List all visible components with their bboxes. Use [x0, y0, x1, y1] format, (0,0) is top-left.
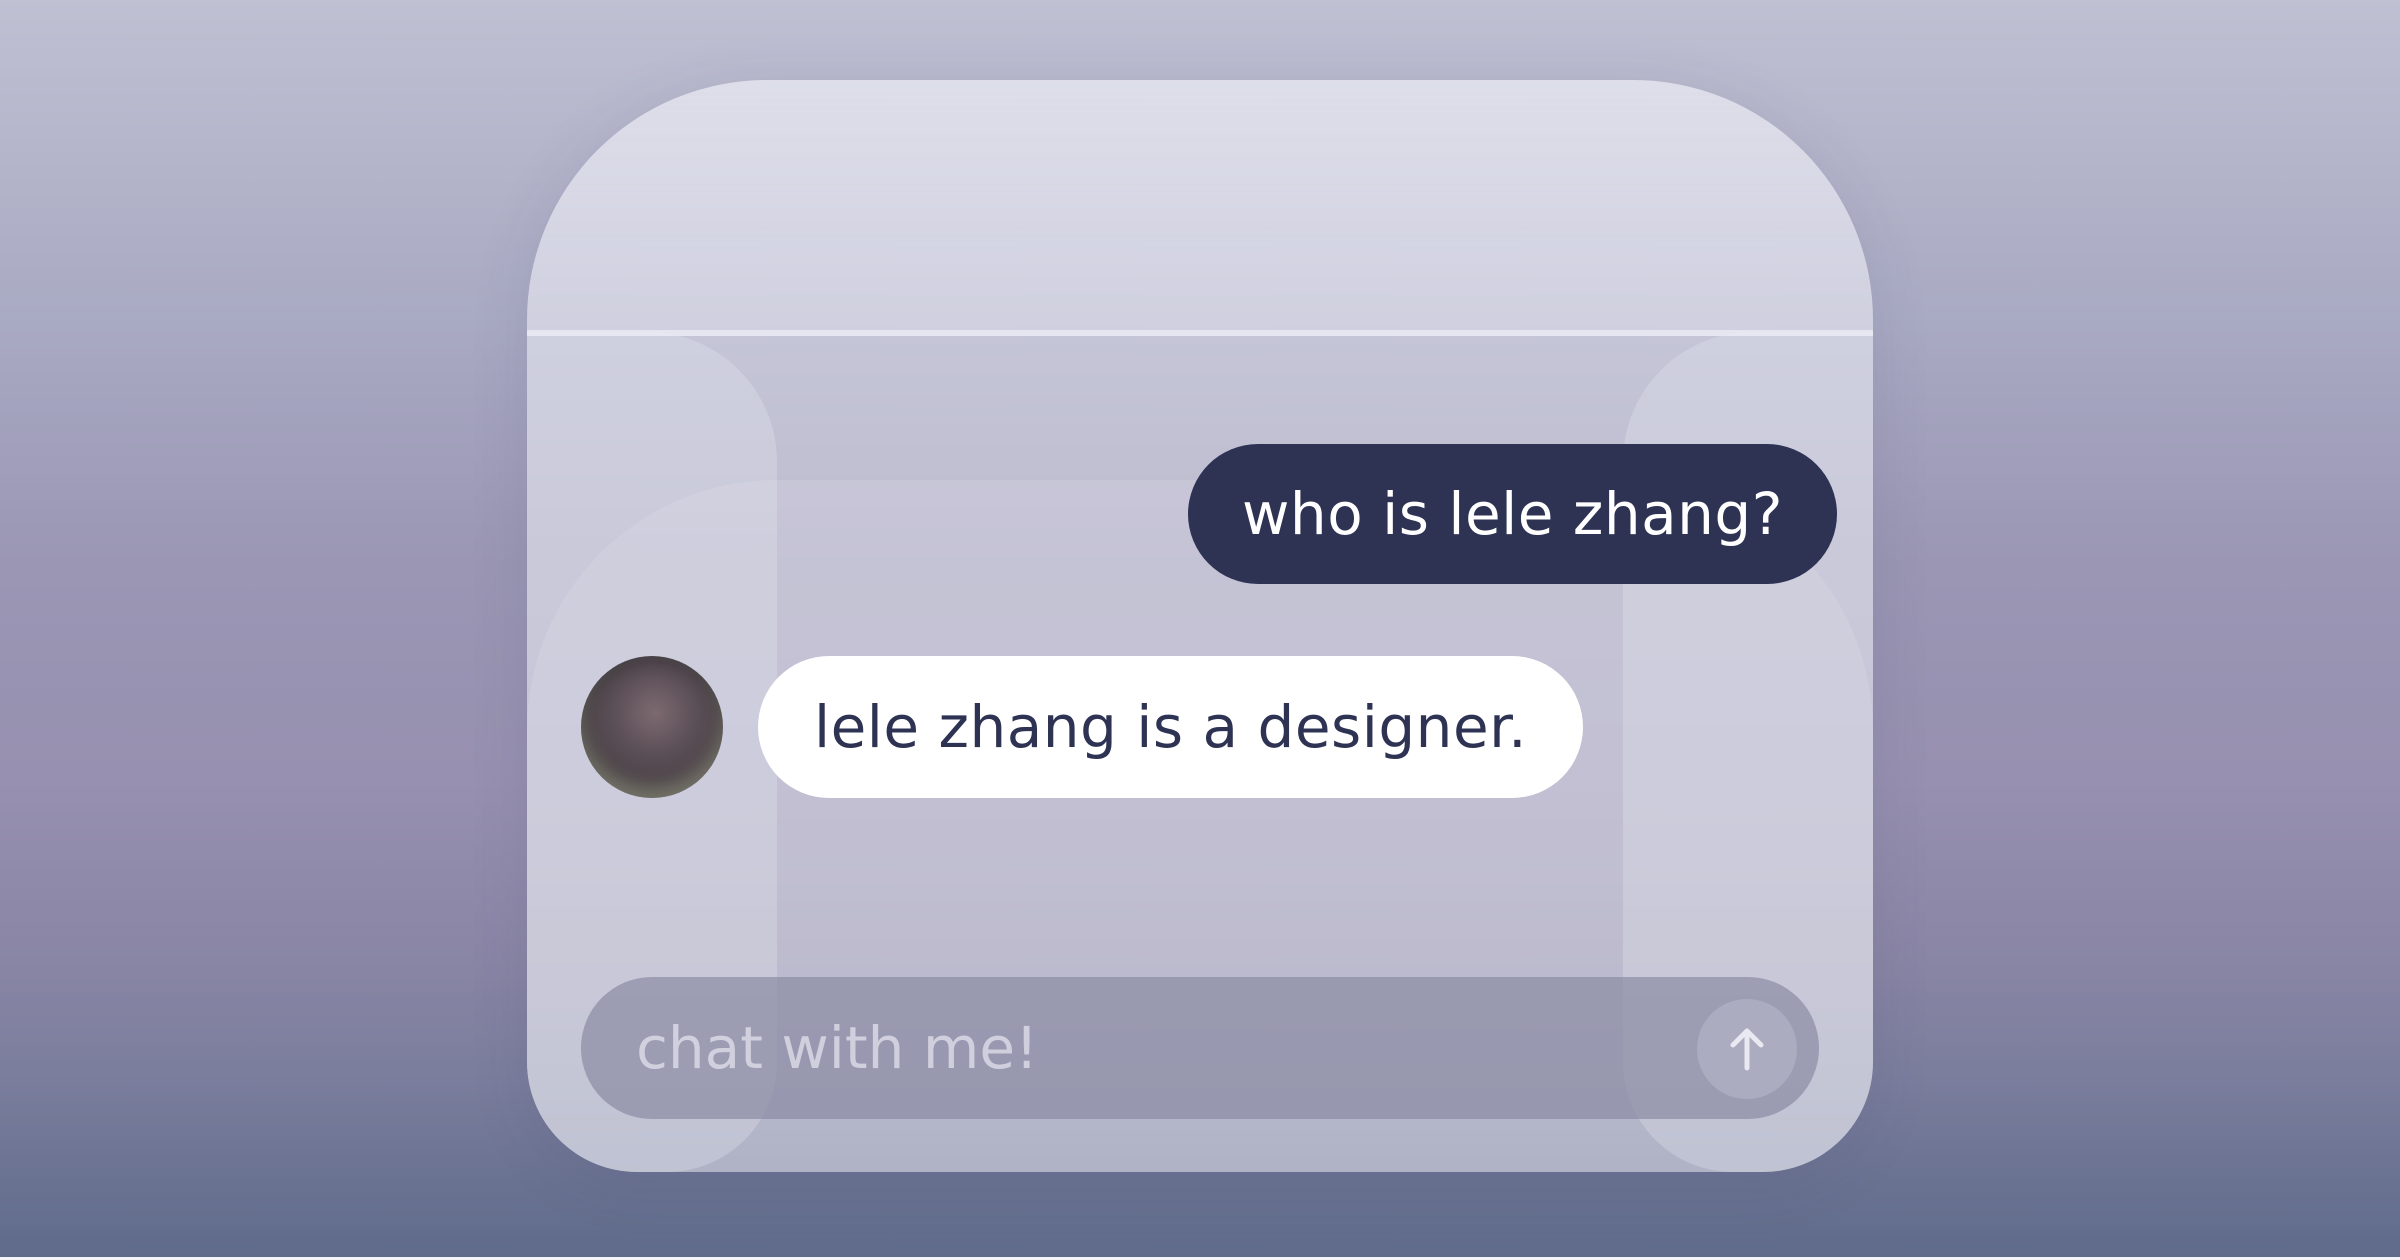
- assistant-message-bubble: lele zhang is a designer.: [758, 656, 1584, 798]
- user-message-text: who is lele zhang?: [1242, 480, 1784, 548]
- arrow-up-icon: [1727, 1026, 1767, 1072]
- send-button[interactable]: [1697, 999, 1797, 1099]
- assistant-avatar: [581, 656, 723, 798]
- widget-top-cap: [527, 80, 1873, 336]
- chat-input-bar: [581, 977, 1819, 1119]
- user-message-bubble: who is lele zhang?: [1188, 444, 1838, 584]
- assistant-message-text: lele zhang is a designer.: [814, 693, 1528, 761]
- chat-input[interactable]: [636, 977, 1636, 1119]
